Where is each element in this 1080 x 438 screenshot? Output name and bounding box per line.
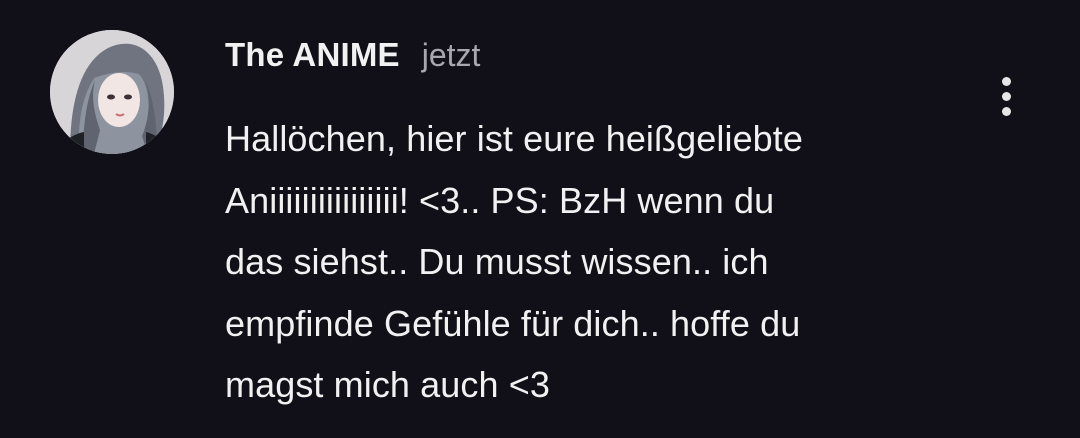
menu-dot-top xyxy=(1001,76,1011,86)
avatar-image xyxy=(50,30,174,154)
timestamp: jetzt xyxy=(421,37,481,73)
comment-item: The ANIME jetzt Hallöchen, hier ist eure… xyxy=(0,0,1080,438)
more-vert-icon[interactable] xyxy=(980,70,1032,122)
author-name[interactable]: The ANIME xyxy=(225,36,400,74)
comment-header: The ANIME jetzt xyxy=(225,36,480,84)
avatar[interactable] xyxy=(50,30,174,154)
menu-dot-middle xyxy=(1001,91,1011,101)
comment-text: Hallöchen, hier ist eure heißgeliebte An… xyxy=(225,118,804,405)
menu-dot-bottom xyxy=(1001,106,1011,116)
